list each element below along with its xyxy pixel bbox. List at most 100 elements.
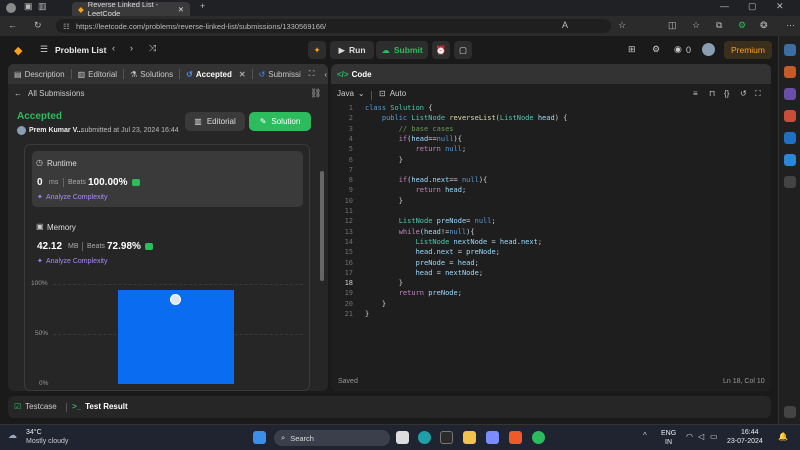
reload-icon[interactable]: ↻ bbox=[34, 20, 42, 31]
all-submissions-label: All Submissions bbox=[28, 89, 85, 98]
leetcode-logo-icon[interactable]: ◆ bbox=[14, 44, 26, 57]
edge-icon[interactable] bbox=[418, 431, 431, 444]
tab-editorial-label: Editorial bbox=[88, 69, 118, 79]
minimize-icon[interactable]: — bbox=[720, 1, 729, 11]
tab-code[interactable]: </> Code bbox=[331, 64, 378, 84]
back-icon[interactable]: ← bbox=[8, 20, 17, 30]
volume-icon[interactable]: ◁ bbox=[698, 432, 704, 441]
user-avatar[interactable] bbox=[702, 43, 715, 56]
layout-icon[interactable]: ⊞ bbox=[628, 44, 636, 55]
profile-avatar[interactable] bbox=[6, 3, 16, 13]
fullscreen-icon[interactable]: ⛶ bbox=[755, 89, 761, 99]
store-icon[interactable] bbox=[486, 431, 499, 444]
site-info-icon[interactable]: ☷ bbox=[63, 22, 70, 31]
analyze-runtime-link[interactable]: Analyze Complexity bbox=[46, 194, 107, 201]
collapse-panel-icon[interactable]: ‹ bbox=[324, 70, 327, 79]
runtime-box[interactable]: ◷ Runtime 0 ms Beats 100.00% ✦ Analyze C… bbox=[32, 151, 303, 207]
outlook-icon[interactable] bbox=[784, 132, 796, 144]
shuffle-icon[interactable]: ⤨ bbox=[149, 43, 156, 54]
maximize-icon[interactable]: ▢ bbox=[748, 1, 757, 12]
shopping-icon[interactable] bbox=[784, 66, 796, 78]
format-icon[interactable]: ≡ bbox=[693, 89, 698, 98]
debug-button[interactable]: ✦ bbox=[308, 41, 326, 59]
weather-desc[interactable]: Mostly cloudy bbox=[26, 438, 68, 445]
editorial-icon: ▥ bbox=[77, 69, 86, 79]
office-icon[interactable] bbox=[784, 110, 796, 122]
search-sidebar-icon[interactable] bbox=[784, 44, 796, 56]
tray-chevron-icon[interactable]: ^ bbox=[643, 431, 647, 440]
auto-mode[interactable]: ⊡ Auto bbox=[379, 89, 406, 98]
analyze-memory-link[interactable]: Analyze Complexity bbox=[46, 258, 107, 265]
add-sidebar-icon[interactable] bbox=[784, 176, 796, 188]
copilot-icon[interactable]: ❂ bbox=[760, 20, 768, 31]
scrollbar[interactable] bbox=[320, 171, 324, 281]
problem-list-icon[interactable]: ☰ bbox=[40, 44, 48, 55]
file-explorer-icon[interactable] bbox=[463, 431, 476, 444]
memory-box[interactable]: ▣ Memory 42.12 MB Beats 72.98% ✦ Analyze… bbox=[32, 215, 303, 271]
lang-1[interactable]: ENG bbox=[661, 430, 676, 437]
read-aloud-icon[interactable]: A bbox=[562, 20, 568, 30]
terminal-app-icon[interactable] bbox=[440, 431, 453, 444]
problem-list-link[interactable]: Problem List bbox=[55, 45, 106, 55]
next-problem-icon[interactable]: › bbox=[130, 43, 133, 53]
more-menu-icon[interactable]: ⋯ bbox=[786, 20, 795, 31]
url-input[interactable]: ☷ https://leetcode.com/problems/reverse-… bbox=[56, 19, 611, 33]
split-screen-icon[interactable]: ◫ bbox=[668, 20, 677, 31]
browser-tab[interactable]: ◆ Reverse Linked List - LeetCode ✕ bbox=[72, 0, 190, 18]
favorite-star-icon[interactable]: ☆ bbox=[618, 20, 626, 31]
back-to-submissions[interactable]: ← All Submissions bbox=[14, 89, 84, 98]
app-icon[interactable] bbox=[784, 154, 796, 166]
tab-actions-icon[interactable]: ▣ bbox=[24, 1, 33, 12]
maximize-panel-icon[interactable]: ⛶ bbox=[309, 69, 315, 79]
tab-submissions[interactable]: ↺ Submissi bbox=[253, 64, 307, 84]
notifications-icon[interactable]: 🔔 bbox=[778, 432, 788, 441]
editorial-button[interactable]: ▥ Editorial bbox=[185, 112, 245, 131]
tab-testcase[interactable]: ☑ Testcase bbox=[14, 402, 57, 411]
weather-temp[interactable]: 34°C bbox=[26, 429, 42, 436]
run-button[interactable]: ▶ Run bbox=[330, 41, 374, 59]
braces-icon[interactable]: {} bbox=[724, 89, 729, 98]
prev-problem-icon[interactable]: ‹ bbox=[112, 43, 115, 53]
tab-test-result[interactable]: >_ Test Result bbox=[72, 402, 128, 411]
submit-button[interactable]: ☁ Submit bbox=[376, 41, 428, 59]
favorites-icon[interactable]: ☆ bbox=[692, 20, 700, 31]
brave-icon[interactable] bbox=[509, 431, 522, 444]
tab-solutions[interactable]: ⚗ Solutions bbox=[124, 64, 179, 84]
book-icon: ▥ bbox=[194, 117, 202, 126]
windows-start-icon[interactable] bbox=[253, 431, 266, 444]
timer-button[interactable]: ⏰ bbox=[432, 41, 450, 59]
clock-date[interactable]: 23-07-2024 bbox=[727, 438, 763, 445]
solution-button[interactable]: ✎ Solution bbox=[249, 112, 311, 131]
tools-icon[interactable] bbox=[784, 88, 796, 100]
task-view-icon[interactable] bbox=[396, 431, 409, 444]
premium-button[interactable]: Premium bbox=[724, 41, 772, 59]
tab-accepted[interactable]: ↺ Accepted ✕ bbox=[180, 64, 251, 84]
taskbar-search[interactable]: ⌕ Search bbox=[274, 430, 390, 446]
sidebar-settings-icon[interactable] bbox=[784, 406, 796, 418]
clock-time[interactable]: 16:44 bbox=[741, 429, 759, 436]
close-tab-icon[interactable]: ✕ bbox=[178, 5, 184, 14]
tab-list-icon[interactable]: ▥ bbox=[38, 1, 47, 12]
extension-icon[interactable]: ⚙ bbox=[738, 20, 746, 31]
new-tab-icon[interactable]: + bbox=[200, 1, 205, 11]
author-name[interactable]: Prem Kumar V... bbox=[29, 127, 82, 134]
battery-icon[interactable]: ▭ bbox=[710, 432, 718, 441]
tab-accepted-label: Accepted bbox=[195, 69, 232, 79]
wifi-icon[interactable]: ◠ bbox=[686, 432, 693, 441]
lang-2[interactable]: IN bbox=[665, 439, 672, 446]
settings-gear-icon[interactable]: ⚙ bbox=[652, 44, 660, 55]
tab-description[interactable]: ▤ Description bbox=[8, 64, 71, 84]
bookmark-icon[interactable]: ⊓ bbox=[709, 89, 715, 98]
memory-title: Memory bbox=[47, 223, 76, 232]
tab-editorial[interactable]: ▥ Editorial bbox=[72, 64, 123, 84]
close-tab-icon[interactable]: ✕ bbox=[239, 70, 246, 79]
collections-icon[interactable]: ⧉ bbox=[716, 20, 722, 31]
reset-icon[interactable]: ↺ bbox=[740, 89, 747, 98]
notes-button[interactable]: ▢ bbox=[454, 41, 472, 59]
link-icon[interactable]: ⛓ bbox=[310, 88, 321, 99]
code-editor[interactable]: 1 class Solution { 2 public ListNode reve… bbox=[331, 104, 771, 374]
language-select[interactable]: Java ⌄ bbox=[337, 89, 365, 98]
weather-icon[interactable]: ☁ bbox=[8, 430, 22, 444]
photos-icon[interactable] bbox=[532, 431, 545, 444]
close-window-icon[interactable]: ✕ bbox=[776, 1, 784, 12]
